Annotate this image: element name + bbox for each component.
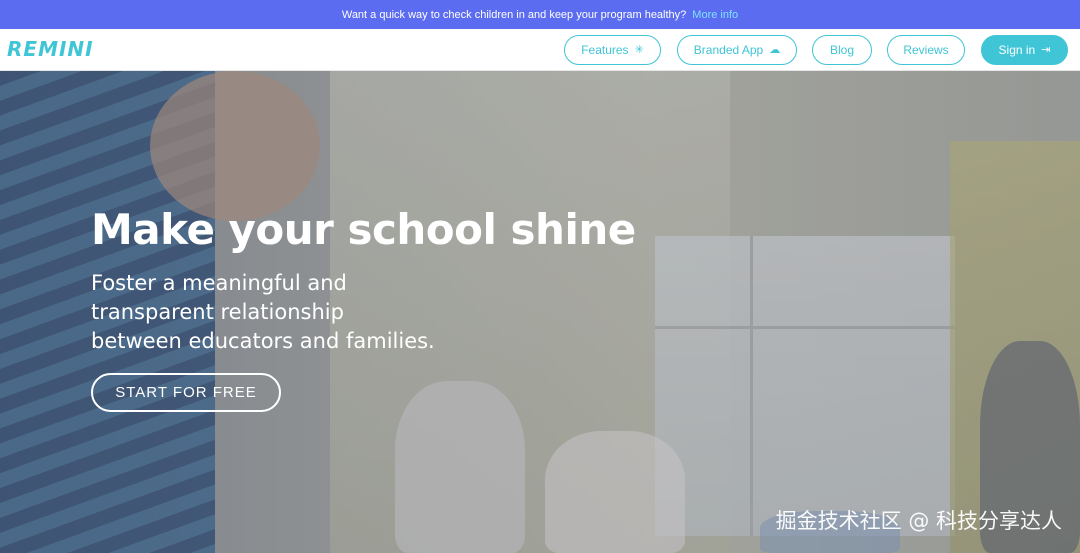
top-nav: REMINI Features ✳ Branded App ☁ Blog Rev… xyxy=(0,29,1080,71)
blog-label: Blog xyxy=(829,43,855,57)
hero-subtitle-line: between educators and families. xyxy=(91,329,435,353)
watermark: 掘金技术社区 @ 科技分享达人 xyxy=(775,509,1062,533)
sign-in-icon: ⇥ xyxy=(1041,43,1051,56)
spinner-icon: ✳ xyxy=(634,43,644,56)
announcement-bar: Want a quick way to check children in an… xyxy=(0,0,1080,29)
logo[interactable]: REMINI xyxy=(7,37,94,61)
hero-title: Make your school shine xyxy=(91,205,636,254)
reviews-button[interactable]: Reviews xyxy=(887,35,965,65)
more-info-link[interactable]: More info xyxy=(692,9,738,21)
announcement-text: Want a quick way to check children in an… xyxy=(341,8,687,21)
branded-app-button[interactable]: Branded App ☁ xyxy=(677,35,797,65)
cloud-icon: ☁ xyxy=(769,43,781,56)
branded-app-label: Branded App xyxy=(693,43,764,57)
features-label: Features xyxy=(581,43,629,57)
start-for-free-button[interactable]: START FOR FREE xyxy=(91,373,281,412)
sign-in-label: Sign in xyxy=(998,43,1036,57)
hero-subtitle: Foster a meaningful and transparent rela… xyxy=(91,269,531,356)
hero-subtitle-line: transparent relationship xyxy=(91,300,344,324)
hero-section: Make your school shine Foster a meaningf… xyxy=(0,71,1080,553)
features-button[interactable]: Features ✳ xyxy=(564,35,661,65)
reviews-label: Reviews xyxy=(903,43,949,57)
blog-button[interactable]: Blog xyxy=(812,35,872,65)
hero-subtitle-line: Foster a meaningful and xyxy=(91,271,347,295)
sign-in-button[interactable]: Sign in ⇥ xyxy=(981,35,1068,65)
